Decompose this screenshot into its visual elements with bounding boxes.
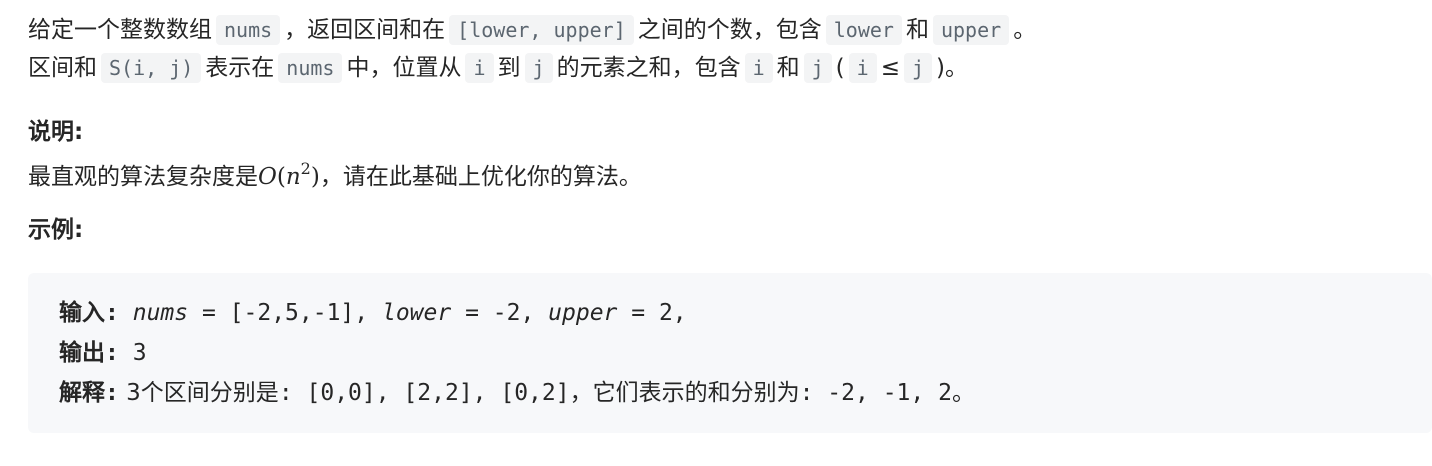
param-nums-value: = [-2,5,-1],	[188, 300, 382, 326]
input-colon: :	[105, 300, 119, 326]
explanation-intervals: : [0,0], [2,2], [0,2]	[278, 380, 570, 406]
explanation-text: 。	[951, 380, 975, 406]
explanation-text: 3个区间分别是	[118, 380, 279, 406]
param-nums-name: nums	[132, 300, 189, 326]
inline-code: upper	[932, 15, 1010, 45]
output-label: 输出	[59, 340, 105, 366]
note-text: 最直观的算法复杂度是O(n2)，请在此基础上优化你的算法。	[28, 150, 642, 196]
param-lower-name: lower	[381, 300, 452, 326]
param-lower-value: = -2,	[451, 300, 549, 326]
explanation-sums: : -2, -1, 2	[799, 380, 952, 406]
note-heading: 说明:	[28, 119, 84, 145]
inline-code: j	[903, 53, 933, 83]
big-o-symbol: O	[258, 164, 277, 190]
inline-code: i	[744, 53, 773, 83]
problem-description: 给定一个整数数组 nums ，返回区间和在 [lower, upper] 之间的个数，包…	[28, 11, 1428, 87]
explanation-colon: :	[105, 380, 119, 406]
description-line-1: 给定一个整数数组 nums ，返回区间和在 [lower, upper] 之间的个数，包…	[28, 11, 1428, 49]
output-value: 3	[118, 340, 147, 366]
example-heading: 示例:	[28, 217, 84, 243]
note-text-before: 最直观的算法复杂度是	[28, 164, 258, 190]
explanation-text: ，它们表示的和分别为	[569, 380, 800, 406]
inline-code: i	[848, 53, 877, 83]
param-upper-name: upper	[548, 300, 618, 326]
desc-text: 中，位置从	[346, 55, 462, 81]
desc-text: 的元素之和，包含	[556, 55, 741, 81]
math-close-paren: )	[310, 164, 320, 190]
input-label: 输入	[59, 300, 105, 326]
explanation-label: 解释	[59, 380, 105, 406]
example-code-block: 输入: nums = [-2,5,-1], lower = -2, upper …	[28, 273, 1432, 433]
math-exponent: 2	[300, 159, 311, 178]
desc-text: 表示在	[205, 55, 275, 81]
param-upper-value: = 2,	[617, 300, 687, 326]
inline-code: S(i, j)	[101, 53, 202, 83]
desc-text: (	[835, 55, 845, 81]
desc-text: 到	[497, 55, 521, 81]
example-explanation-line: 解释: 3个区间分别是: [0,0], [2,2], [0,2]，它们表示的和分…	[59, 375, 975, 411]
description-line-2: 区间和 S(i, j) 表示在 nums 中，位置从 i 到 j 的元素之和，包含 i 和 j(i ≤ j…	[28, 49, 1428, 87]
example-input-line: 输入: nums = [-2,5,-1], lower = -2, upper …	[59, 295, 687, 331]
complexity-formula: O(n2)	[258, 159, 320, 190]
output-colon: :	[105, 340, 119, 366]
math-open-paren: (	[276, 164, 286, 190]
inline-code: j	[803, 53, 832, 83]
inline-code: nums	[278, 53, 343, 83]
inline-code: i	[465, 53, 494, 83]
math-variable-n: n	[285, 164, 301, 190]
desc-text: ，返回区间和在	[284, 17, 446, 43]
example-output-line: 输出: 3	[59, 335, 147, 371]
inline-code: j	[524, 53, 553, 83]
desc-text: 给定一个整数数组	[28, 17, 212, 43]
desc-text: 之间的个数，包含	[637, 17, 822, 43]
desc-text: 区间和	[28, 55, 97, 81]
inline-code: [lower, upper]	[449, 15, 634, 45]
desc-text: 和	[776, 55, 800, 81]
desc-text: 和	[905, 17, 929, 43]
inline-code: nums	[216, 15, 281, 45]
desc-text: ≤	[880, 55, 900, 81]
desc-text: 。	[1013, 17, 1037, 43]
inline-code: lower	[825, 15, 902, 45]
note-text-after: ，请在此基础上优化你的算法。	[319, 164, 642, 190]
desc-text: )。	[936, 55, 968, 81]
